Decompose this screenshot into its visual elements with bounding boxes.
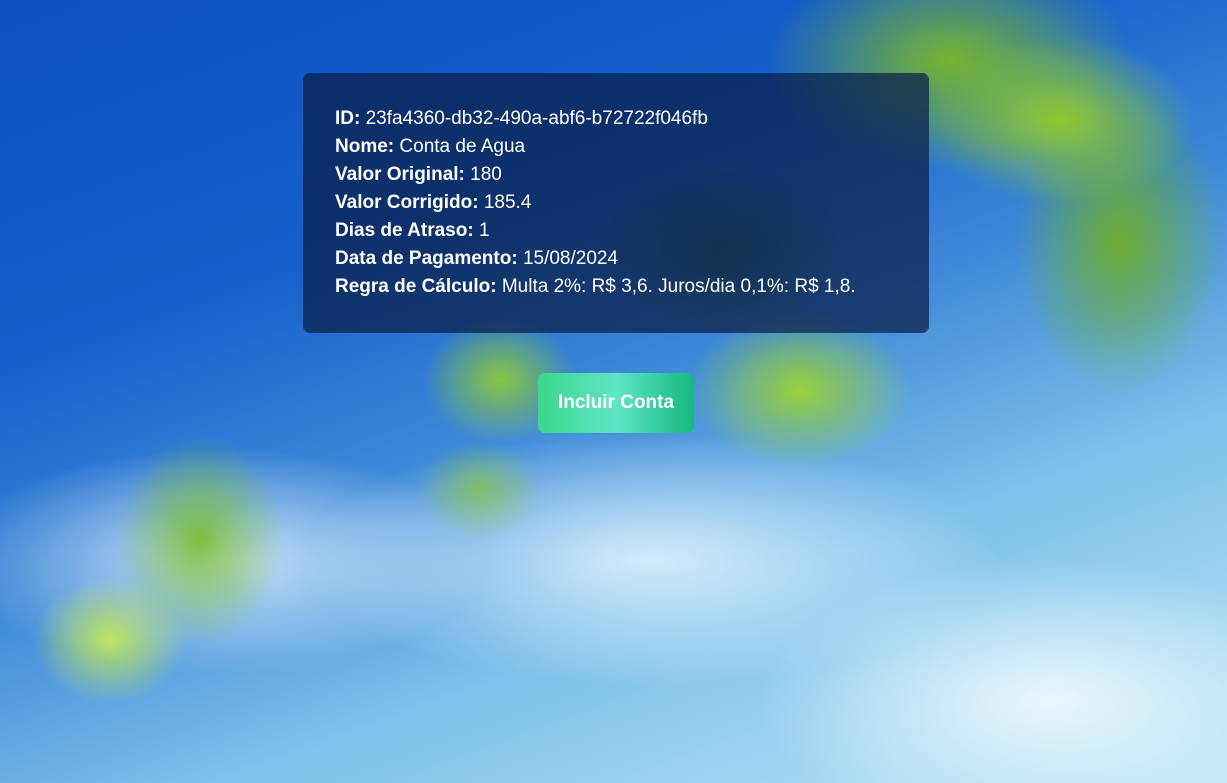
data-pagamento-row: Data de Pagamento: 15/08/2024 xyxy=(335,245,897,273)
incluir-conta-button[interactable]: Incluir Conta xyxy=(538,373,694,433)
regra-calculo-row: Regra de Cálculo: Multa 2%: R$ 3,6. Juro… xyxy=(335,273,897,301)
dias-atraso-label: Dias de Atraso: xyxy=(335,220,474,241)
dias-atraso-value: 1 xyxy=(478,220,490,241)
nome-label: Nome: xyxy=(335,136,395,157)
regra-calculo-label: Regra de Cálculo: xyxy=(335,276,497,297)
valor-original-label: Valor Original: xyxy=(335,164,465,185)
valor-original-row: Valor Original: 180 xyxy=(335,161,897,189)
regra-calculo-value: Multa 2%: R$ 3,6. Juros/dia 0,1%: R$ 1,8… xyxy=(501,276,856,297)
valor-corrigido-value: 185.4 xyxy=(483,192,532,213)
nome-value: Conta de Agua xyxy=(399,136,526,157)
id-value: 23fa4360-db32-490a-abf6-b72722f046fb xyxy=(365,108,708,129)
id-label: ID: xyxy=(335,108,361,129)
bill-details-card: ID: 23fa4360-db32-490a-abf6-b72722f046fb… xyxy=(303,73,929,333)
data-pagamento-value: 15/08/2024 xyxy=(522,248,619,269)
data-pagamento-label: Data de Pagamento: xyxy=(335,248,518,269)
id-row: ID: 23fa4360-db32-490a-abf6-b72722f046fb xyxy=(335,105,897,133)
valor-corrigido-row: Valor Corrigido: 185.4 xyxy=(335,189,897,217)
nome-row: Nome: Conta de Agua xyxy=(335,133,897,161)
valor-corrigido-label: Valor Corrigido: xyxy=(335,192,479,213)
dias-atraso-row: Dias de Atraso: 1 xyxy=(335,217,897,245)
valor-original-value: 180 xyxy=(470,164,502,185)
